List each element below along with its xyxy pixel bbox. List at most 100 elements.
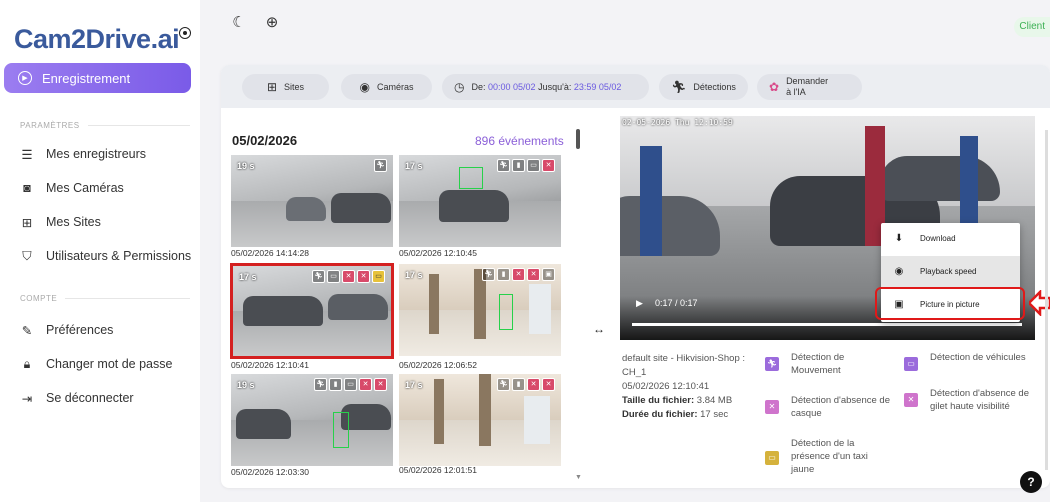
event-tags: 🏃︎ [374, 159, 387, 172]
sites-filter-button[interactable]: ⊞ Sites [242, 74, 329, 100]
sidebar-item-logout[interactable]: ⇥ Se déconnecter [20, 391, 134, 406]
sidebar-item-cameras[interactable]: ◙ Mes Caméras [20, 181, 124, 195]
server-icon: ☰ [21, 147, 33, 162]
helmet-tag-icon: ✕ [542, 159, 555, 172]
detections-filter-button[interactable]: 🏃︎ Détections [659, 74, 748, 100]
event-timestamp: 05/02/2026 12:10:45 [399, 248, 477, 258]
no-vest-icon: ✕ [904, 393, 918, 407]
sidebar-item-recorders[interactable]: ☰ Mes enregistreurs [20, 147, 147, 162]
event-thumbnail[interactable]: 17 s 🏃︎ ▮ ✕ ✕ [399, 374, 561, 466]
clock-icon: ◷ [454, 80, 465, 94]
event-tags: 🏃︎ ▮ ✕ ✕ ▣ [482, 268, 555, 281]
event-timestamp: 05/02/2026 12:03:30 [231, 467, 309, 477]
thumb-counter [529, 284, 551, 334]
menu-item-playback-speed[interactable]: ◉ Playback speed [881, 256, 1020, 287]
person-tag-icon: ▮ [329, 378, 342, 391]
help-button[interactable]: ? [1020, 471, 1042, 493]
taxi-icon: ▭ [765, 451, 779, 465]
video-time: 0:17 / 0:17 [655, 298, 698, 308]
sidebar-item-users[interactable]: ⛉ Utilisateurs & Permissions [20, 248, 191, 264]
event-duration: 19 s [237, 161, 255, 171]
play-icon[interactable]: ▶ [636, 298, 643, 309]
vest-tag-icon: ✕ [357, 270, 370, 283]
vehicle-tag-icon: ▭ [527, 159, 540, 172]
sidebar-item-recording[interactable]: ▶ Enregistrement [4, 63, 191, 93]
motion-tag-icon: 🏃︎ [497, 159, 510, 172]
thumb-counter [524, 396, 550, 444]
helmet-tag-icon: ✕ [342, 270, 355, 283]
playback-speed-icon: ◉ [894, 266, 904, 277]
cameras-filter-button[interactable]: ◉ Caméras [341, 74, 432, 100]
event-thumbnail[interactable]: 17 s 🏃︎ ▮ ✕ ✕ ▣ [399, 264, 561, 356]
event-timestamp: 05/02/2026 14:14:28 [231, 248, 309, 258]
person-tag-icon: ▮ [512, 159, 525, 172]
video-progress-bar[interactable] [632, 323, 1022, 326]
event-duration: 17 s [239, 272, 257, 282]
event-duration: 17 s [405, 270, 423, 280]
sidebar-item-preferences[interactable]: ✎ Préférences [20, 323, 114, 338]
no-helmet-icon: ✕ [765, 400, 779, 414]
detection-vehicles: ▭ Détection de véhicules [904, 351, 1044, 371]
highlight-ring [875, 287, 1025, 320]
events-scrollbar[interactable] [576, 129, 580, 149]
sidebar-item-change-password[interactable]: 🔒︎ Changer mot de passe [20, 357, 173, 372]
file-duration-label: Durée du fichier: [622, 409, 698, 420]
event-file-size: Taille du fichier: 3.84 MB [622, 394, 762, 408]
play-circle-icon: ▶ [18, 71, 32, 85]
motion-tag-icon: 🏃︎ [482, 268, 495, 281]
thumb-post [429, 274, 439, 334]
event-thumbnail-selected[interactable]: 17 s 🏃︎ ▭ ✕ ✕ ▭ [230, 263, 394, 359]
app-logo[interactable]: Cam2Drive.ai [14, 14, 180, 64]
brush-icon: ✎ [21, 323, 33, 338]
detection-no-helmet: ✕ Détection d'absence de casque [765, 394, 900, 420]
event-datetime: 05/02/2026 12:10:41 [622, 381, 710, 392]
globe-icon[interactable]: ⊕ [263, 14, 281, 32]
event-thumbnail[interactable]: 17 s 🏃︎ ▮ ▭ ✕ [399, 155, 561, 247]
resize-handle-icon[interactable]: ↔ [593, 322, 605, 336]
ask-ai-button[interactable]: ✿ Demander à l'IA [757, 74, 862, 100]
event-tags: 🏃︎ ▭ ✕ ✕ ▭ [312, 270, 385, 283]
motion-tag-icon: 🏃︎ [497, 378, 510, 391]
video-timestamp-overlay: 02-05-2026 Thu 12:10:59 [622, 118, 733, 127]
running-person-icon: 🏃︎ [671, 80, 687, 94]
sidebar: Cam2Drive.ai ▶ Enregistrement PARAMÈTRES… [0, 0, 200, 502]
thumb-car [328, 294, 388, 320]
detections-filter-label: Détections [693, 82, 736, 92]
menu-item-label: Playback speed [920, 267, 977, 276]
helmet-tag-icon: ✕ [527, 378, 540, 391]
video-scene-car [880, 156, 1000, 201]
vest-tag-icon: ✕ [542, 378, 555, 391]
theme-toggle-icon[interactable]: ☾ [230, 14, 248, 32]
event-thumbnail[interactable]: 19 s 🏃︎ [231, 155, 393, 247]
vehicle-tag-icon: ▭ [327, 270, 340, 283]
detection-motion: 🏃︎ Détection de Mouvement [765, 351, 895, 377]
page-scrollbar[interactable] [1045, 130, 1048, 470]
motion-icon: 🏃︎ [765, 357, 779, 371]
motion-tag-icon: 🏃︎ [312, 270, 325, 283]
shield-icon: ⛉ [22, 248, 32, 263]
section-title-params: PARAMÈTRES [20, 121, 190, 130]
section-title-account: COMPTE [20, 294, 190, 303]
date-range-filter[interactable]: ◷ De: 00:00 05/02 Jusqu'à: 23:59 05/02 [442, 74, 649, 100]
sidebar-item-label: Préférences [46, 323, 114, 337]
event-duration: 17 s [405, 161, 423, 171]
helmet-tag-icon: ✕ [359, 378, 372, 391]
ask-ai-label: Demander à l'IA [786, 76, 828, 98]
ask-ai-line2: à l'IA [786, 87, 806, 97]
client-badge: Client [1014, 17, 1050, 37]
event-thumbnail[interactable]: 19 s 🏃︎ ▮ ▭ ✕ ✕ [231, 374, 393, 466]
vest-tag-icon: ✕ [374, 378, 387, 391]
sidebar-item-label: Mes enregistreurs [46, 147, 147, 161]
download-icon: ⬇ [894, 233, 904, 244]
event-timestamp: 05/02/2026 12:01:51 [399, 465, 477, 475]
motion-tag-icon: 🏃︎ [374, 159, 387, 172]
detection-box [333, 412, 349, 448]
scroll-down-icon[interactable]: ▼ [575, 474, 582, 481]
event-tags: 🏃︎ ▮ ▭ ✕ [497, 159, 555, 172]
sidebar-item-sites[interactable]: ⊞ Mes Sites [20, 215, 101, 230]
event-source: default site - Hikvision-Shop : CH_1 [622, 353, 746, 378]
event-details: default site - Hikvision-Shop : CH_1 05/… [622, 352, 762, 422]
detection-box [459, 167, 483, 189]
menu-item-download[interactable]: ⬇ Download [881, 223, 1020, 254]
helmet-tag-icon: ✕ [512, 268, 525, 281]
